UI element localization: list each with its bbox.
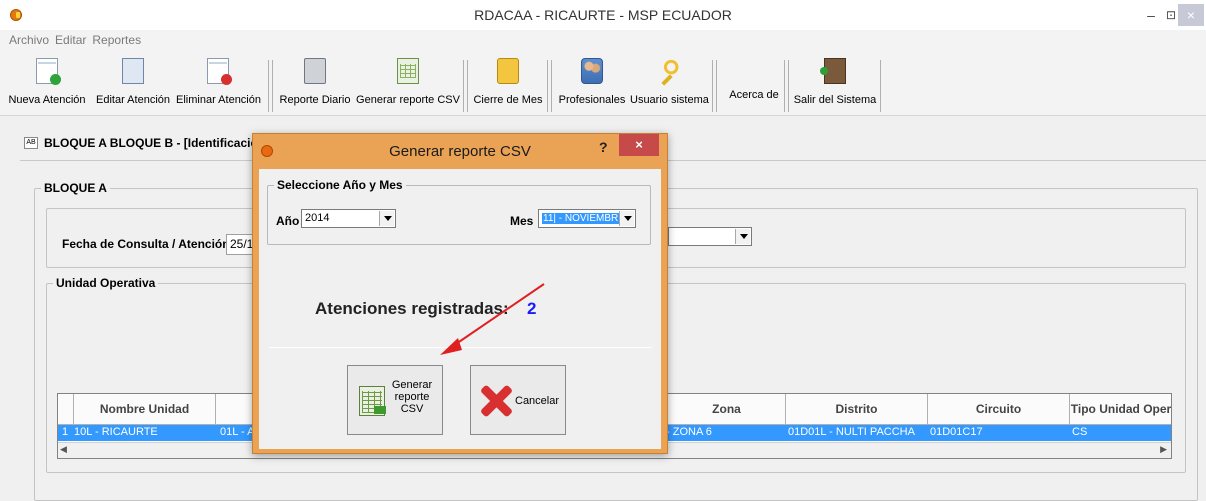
form-tab-title: BLOQUE A BLOQUE B - [Identificació bbox=[44, 136, 258, 150]
exit-door-icon bbox=[820, 58, 846, 84]
divider bbox=[269, 347, 652, 348]
toolbar-separator bbox=[716, 60, 717, 112]
toolbar: Nueva Atención Editar Atención Eliminar … bbox=[0, 50, 1206, 116]
year-label: Año bbox=[276, 214, 300, 228]
toolbar-separator bbox=[547, 60, 548, 112]
toolbar-separator bbox=[551, 60, 552, 112]
toolbar-separator bbox=[463, 60, 464, 112]
fecha-label: Fecha de Consulta / Atención: bbox=[62, 237, 234, 251]
delete-document-icon bbox=[207, 58, 232, 85]
exit-system-button[interactable]: Salir del Sistema bbox=[792, 58, 878, 112]
col-nombre-unidad[interactable]: Nombre Unidad bbox=[74, 394, 216, 425]
edit-attention-button[interactable]: Editar Atención bbox=[94, 58, 172, 112]
unidad-operativa-title: Unidad Operativa bbox=[53, 276, 159, 290]
system-user-button[interactable]: Usuario sistema bbox=[630, 58, 709, 112]
cancel-label: Cancelar bbox=[515, 395, 560, 407]
chevron-down-icon bbox=[619, 211, 634, 226]
cell-nombre: 10L - RICAURTE bbox=[74, 426, 158, 438]
form-tab-header[interactable]: AB BLOQUE A BLOQUE B - [Identificació bbox=[24, 132, 258, 154]
menu-reportes[interactable]: Reportes bbox=[92, 33, 141, 47]
menu-editar[interactable]: Editar bbox=[55, 33, 86, 47]
col-distrito[interactable]: Distrito bbox=[786, 394, 928, 425]
arrow-right-icon bbox=[374, 406, 386, 414]
year-month-group: Seleccione Año y Mes Año 2014 Mes 11| - … bbox=[267, 178, 651, 245]
window-title: RDACAA - RICAURTE - MSP ECUADOR bbox=[474, 7, 732, 23]
extra-combo[interactable] bbox=[668, 227, 752, 246]
printer-icon bbox=[304, 58, 326, 84]
menu-bar: Archivo Editar Reportes bbox=[0, 30, 1206, 50]
generate-csv-button[interactable]: Generar reporte CSV bbox=[347, 365, 443, 435]
row-number: 1 bbox=[62, 426, 69, 438]
year-select[interactable]: 2014 bbox=[301, 209, 396, 228]
cell-tipo: CS bbox=[1072, 426, 1088, 438]
close-month-button[interactable]: Cierre de Mes bbox=[472, 58, 544, 112]
cell-col2: 01L - A bbox=[220, 426, 255, 438]
scroll-right-icon[interactable]: ▶ bbox=[1160, 444, 1167, 455]
csv-report-button[interactable]: Generar reporte CSV bbox=[356, 58, 460, 112]
month-label: Mes bbox=[510, 214, 534, 228]
toolbar-separator bbox=[712, 60, 713, 112]
about-button[interactable]: Acerca de bbox=[724, 58, 784, 112]
year-value: 2014 bbox=[305, 212, 330, 224]
dialog-close-button[interactable]: × bbox=[619, 134, 659, 156]
registered-count-label: Atenciones registradas: bbox=[315, 299, 509, 318]
cancel-button[interactable]: Cancelar bbox=[470, 365, 566, 435]
dialog-title-bar[interactable]: Generar reporte CSV ? × bbox=[253, 134, 667, 169]
cell-distrito: 01D01L - NULTI PACCHA bbox=[788, 426, 915, 438]
bloque-a-title: BLOQUE A bbox=[41, 181, 110, 195]
daily-report-button[interactable]: Reporte Diario bbox=[278, 58, 352, 112]
minimize-button[interactable]: – bbox=[1140, 4, 1162, 26]
col-zona[interactable]: Zona bbox=[668, 394, 786, 425]
dialog-body: Seleccione Año y Mes Año 2014 Mes 11| - … bbox=[259, 169, 661, 449]
menu-archivo[interactable]: Archivo bbox=[9, 33, 49, 47]
people-icon bbox=[581, 58, 603, 84]
key-icon bbox=[658, 58, 680, 84]
scroll-left-icon[interactable]: ◀ bbox=[60, 444, 67, 455]
new-attention-button[interactable]: Nueva Atención bbox=[8, 58, 86, 112]
close-x-icon bbox=[479, 384, 513, 418]
toolbar-separator bbox=[784, 60, 785, 112]
delete-attention-button[interactable]: Eliminar Atención bbox=[176, 58, 261, 112]
month-value: 11| - NOVIEMBRE bbox=[542, 213, 626, 224]
toolbar-separator bbox=[272, 60, 273, 112]
edit-document-icon bbox=[122, 58, 144, 84]
cell-circuito: 01D01C17 bbox=[930, 426, 983, 438]
month-select[interactable]: 11| - NOVIEMBRE bbox=[538, 209, 636, 228]
col-tipo-unidad[interactable]: Tipo Unidad Oper bbox=[1070, 394, 1171, 425]
new-document-icon bbox=[36, 58, 61, 85]
close-window-button[interactable]: × bbox=[1178, 4, 1204, 26]
year-month-title: Seleccione Año y Mes bbox=[274, 178, 406, 192]
row-header-corner bbox=[58, 394, 74, 425]
toolbar-separator bbox=[880, 60, 881, 112]
lock-icon bbox=[497, 58, 519, 84]
toolbar-separator bbox=[467, 60, 468, 112]
generate-csv-dialog: Generar reporte CSV ? × Seleccione Año y… bbox=[252, 133, 668, 454]
col-circuito[interactable]: Circuito bbox=[928, 394, 1070, 425]
chevron-down-icon bbox=[379, 211, 394, 226]
cell-zona: - ZONA 6 bbox=[666, 426, 712, 438]
form-icon: AB bbox=[24, 137, 38, 149]
chevron-down-icon bbox=[735, 229, 750, 244]
toolbar-separator bbox=[268, 60, 269, 112]
csv-sheet-icon bbox=[397, 58, 419, 84]
toolbar-separator bbox=[788, 60, 789, 112]
title-bar: RDACAA - RICAURTE - MSP ECUADOR – ⊡ × bbox=[0, 0, 1206, 30]
professionals-button[interactable]: Profesionales bbox=[558, 58, 626, 112]
generate-label: Generar reporte CSV bbox=[391, 379, 433, 415]
help-icon[interactable]: ? bbox=[599, 139, 608, 155]
registered-count-value: 2 bbox=[527, 299, 537, 318]
